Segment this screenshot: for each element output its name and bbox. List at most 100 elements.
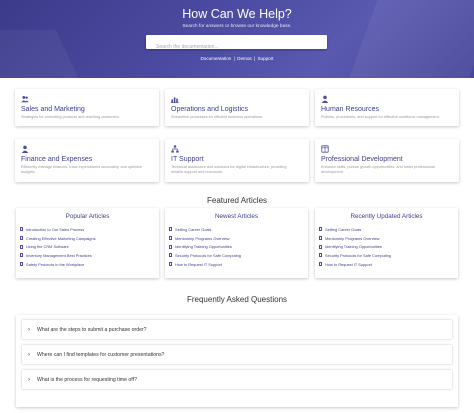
article-link[interactable]: Using the CRM Software xyxy=(20,242,96,251)
page-title: How Can We Help? xyxy=(182,7,292,21)
article-link[interactable]: How to Request IT Support xyxy=(169,260,241,269)
column-title: Recently Updated Articles xyxy=(350,213,423,220)
category-description: Technical assistance and solutions for d… xyxy=(171,165,287,174)
faq-question: Where can I find templates for customer … xyxy=(37,351,165,358)
article-link[interactable]: Safety Protocols in the Workplace xyxy=(20,260,96,269)
article-link[interactable]: Inventory Management Best Practices xyxy=(20,251,96,260)
article-link[interactable]: Security Protocols for Safe Computing xyxy=(319,251,391,260)
document-icon xyxy=(319,236,322,241)
article-link[interactable]: Setting Career Goals xyxy=(169,225,241,234)
faq-item[interactable]: › What is the process for requesting tim… xyxy=(22,370,452,389)
chevron-right-icon: › xyxy=(28,351,30,358)
person-icon xyxy=(321,95,329,103)
document-icon xyxy=(169,262,172,267)
faq-question: What are the steps to submit a purchase … xyxy=(37,326,147,333)
category-title: IT Support xyxy=(171,156,204,163)
article-title: Safety Protocols in the Workplace xyxy=(26,261,85,267)
search-box xyxy=(146,35,327,54)
column-title: Newest Articles xyxy=(214,213,259,220)
article-link[interactable]: Mentorship Programs Overview xyxy=(319,234,391,243)
category-card-operations-logistics[interactable]: Operations and Logistics Streamline proc… xyxy=(165,89,309,126)
link-support[interactable]: Support xyxy=(257,56,273,61)
article-title: Mentorship Programs Overview xyxy=(175,235,230,241)
article-link[interactable]: Identifying Training Opportunities xyxy=(169,242,241,251)
category-description: Strategies for promoting products and re… xyxy=(21,115,120,119)
document-icon xyxy=(20,236,23,241)
category-card-professional-development[interactable]: Professional Development Enhance skills,… xyxy=(315,139,459,182)
faq-heading: Frequently Asked Questions xyxy=(186,295,288,304)
article-list: Introduction to Our Sales Process Creati… xyxy=(20,225,96,268)
document-icon xyxy=(169,253,172,258)
article-title: Setting Career Goals xyxy=(175,226,212,232)
network-icon xyxy=(171,145,179,153)
article-title: Inventory Management Best Practices xyxy=(26,252,92,258)
document-icon xyxy=(20,227,23,232)
category-title: Human Resources xyxy=(321,106,379,113)
category-title: Finance and Expenses xyxy=(21,156,93,163)
document-icon xyxy=(20,253,23,258)
newest-articles-card: Newest Articles Setting Career Goals Men… xyxy=(165,208,308,278)
category-card-human-resources[interactable]: Human Resources Policies, procedures, an… xyxy=(315,89,459,126)
article-title: Security Protocols for Safe Computing xyxy=(175,252,241,258)
article-link[interactable]: Mentorship Programs Overview xyxy=(169,234,241,243)
article-title: Introduction to Our Sales Process xyxy=(26,226,85,232)
category-description: Streamline processes for efficient busin… xyxy=(171,115,263,119)
article-title: Creating Effective Marketing Campaigns xyxy=(26,235,96,241)
column-title: Popular Articles xyxy=(65,213,110,220)
article-title: Identifying Training Opportunities xyxy=(175,244,232,250)
faq-item[interactable]: › What are the steps to submit a purchas… xyxy=(22,320,452,339)
document-icon xyxy=(319,262,322,267)
article-title: Security Protocols for Safe Computing xyxy=(325,252,391,258)
hero-links: Documentation | Demos | Support xyxy=(0,56,474,61)
document-icon xyxy=(20,244,23,249)
category-description: Policies, procedures, and support for ef… xyxy=(321,115,440,119)
faq-item[interactable]: › Where can I find templates for custome… xyxy=(22,345,452,364)
link-demos[interactable]: Demos xyxy=(237,56,252,61)
article-link[interactable]: Introduction to Our Sales Process xyxy=(20,225,96,234)
article-link[interactable]: How to Request IT Support xyxy=(319,260,391,269)
hero-banner: How Can We Help? Search for answers or b… xyxy=(0,0,474,78)
document-icon xyxy=(169,236,172,241)
hero-subtitle: Search for answers or browse our knowled… xyxy=(182,24,292,29)
article-link[interactable]: Security Protocols for Safe Computing xyxy=(169,251,241,260)
article-title: Identifying Training Opportunities xyxy=(325,244,382,250)
category-description: Efficiently manage finances, track expen… xyxy=(21,165,143,174)
bar-chart-icon xyxy=(171,97,179,103)
chevron-right-icon: › xyxy=(28,326,30,333)
document-icon xyxy=(319,227,322,232)
person-icon xyxy=(21,145,29,153)
users-icon xyxy=(21,95,29,103)
category-description: Enhance skills, pursue growth opportunit… xyxy=(321,165,435,174)
document-icon xyxy=(169,244,172,249)
link-separator: | xyxy=(253,56,256,61)
article-link[interactable]: Setting Career Goals xyxy=(319,225,391,234)
document-icon xyxy=(319,244,322,249)
article-list: Setting Career Goals Mentorship Programs… xyxy=(169,225,241,268)
category-card-it-support[interactable]: IT Support Technical assistance and solu… xyxy=(165,139,309,182)
article-title: Using the CRM Software xyxy=(26,244,69,250)
category-card-sales-marketing[interactable]: Sales and Marketing Strategies for promo… xyxy=(15,89,159,126)
document-icon xyxy=(20,262,23,267)
article-link[interactable]: Creating Effective Marketing Campaigns xyxy=(20,234,96,243)
faq-accordion: › What are the steps to submit a purchas… xyxy=(16,315,458,407)
category-title: Sales and Marketing xyxy=(21,106,85,113)
article-link[interactable]: Identifying Training Opportunities xyxy=(319,242,391,251)
category-title: Operations and Logistics xyxy=(171,106,249,113)
article-list: Setting Career Goals Mentorship Programs… xyxy=(319,225,391,268)
chevron-right-icon: › xyxy=(28,376,30,383)
article-title: How to Request IT Support xyxy=(175,261,222,267)
search-input[interactable] xyxy=(146,40,327,54)
link-documentation[interactable]: Documentation xyxy=(200,56,231,61)
faq-question: What is the process for requesting time … xyxy=(37,376,137,383)
featured-articles-heading: Featured Articles xyxy=(206,196,268,205)
book-icon xyxy=(321,145,329,153)
popular-articles-card: Popular Articles Introduction to Our Sal… xyxy=(16,208,159,278)
link-separator: | xyxy=(233,56,235,61)
category-card-finance-expenses[interactable]: Finance and Expenses Efficiently manage … xyxy=(15,139,159,182)
article-title: How to Request IT Support xyxy=(325,261,372,267)
document-icon xyxy=(169,227,172,232)
article-title: Setting Career Goals xyxy=(325,226,362,232)
recently-updated-articles-card: Recently Updated Articles Setting Career… xyxy=(315,208,458,278)
category-title: Professional Development xyxy=(321,156,403,163)
document-icon xyxy=(319,253,322,258)
